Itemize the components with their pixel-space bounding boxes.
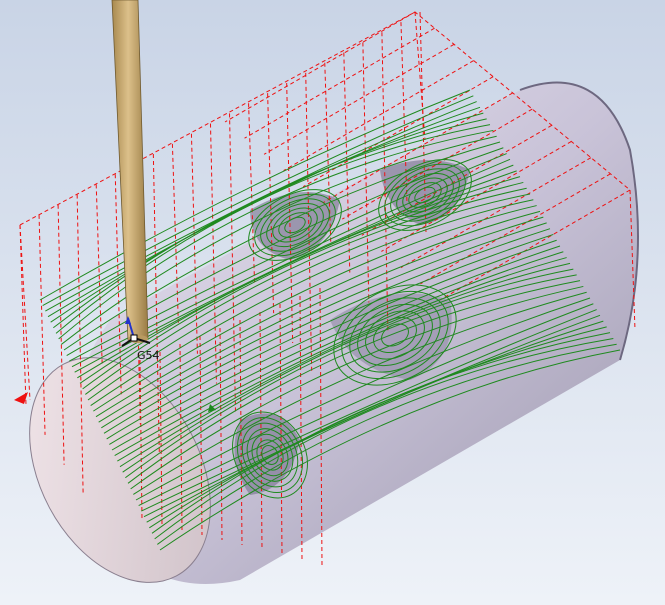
cam-3d-viewport[interactable]: G54 <box>0 0 665 605</box>
wcs-label: G54 <box>137 349 160 362</box>
toolpath-scene <box>0 0 665 605</box>
